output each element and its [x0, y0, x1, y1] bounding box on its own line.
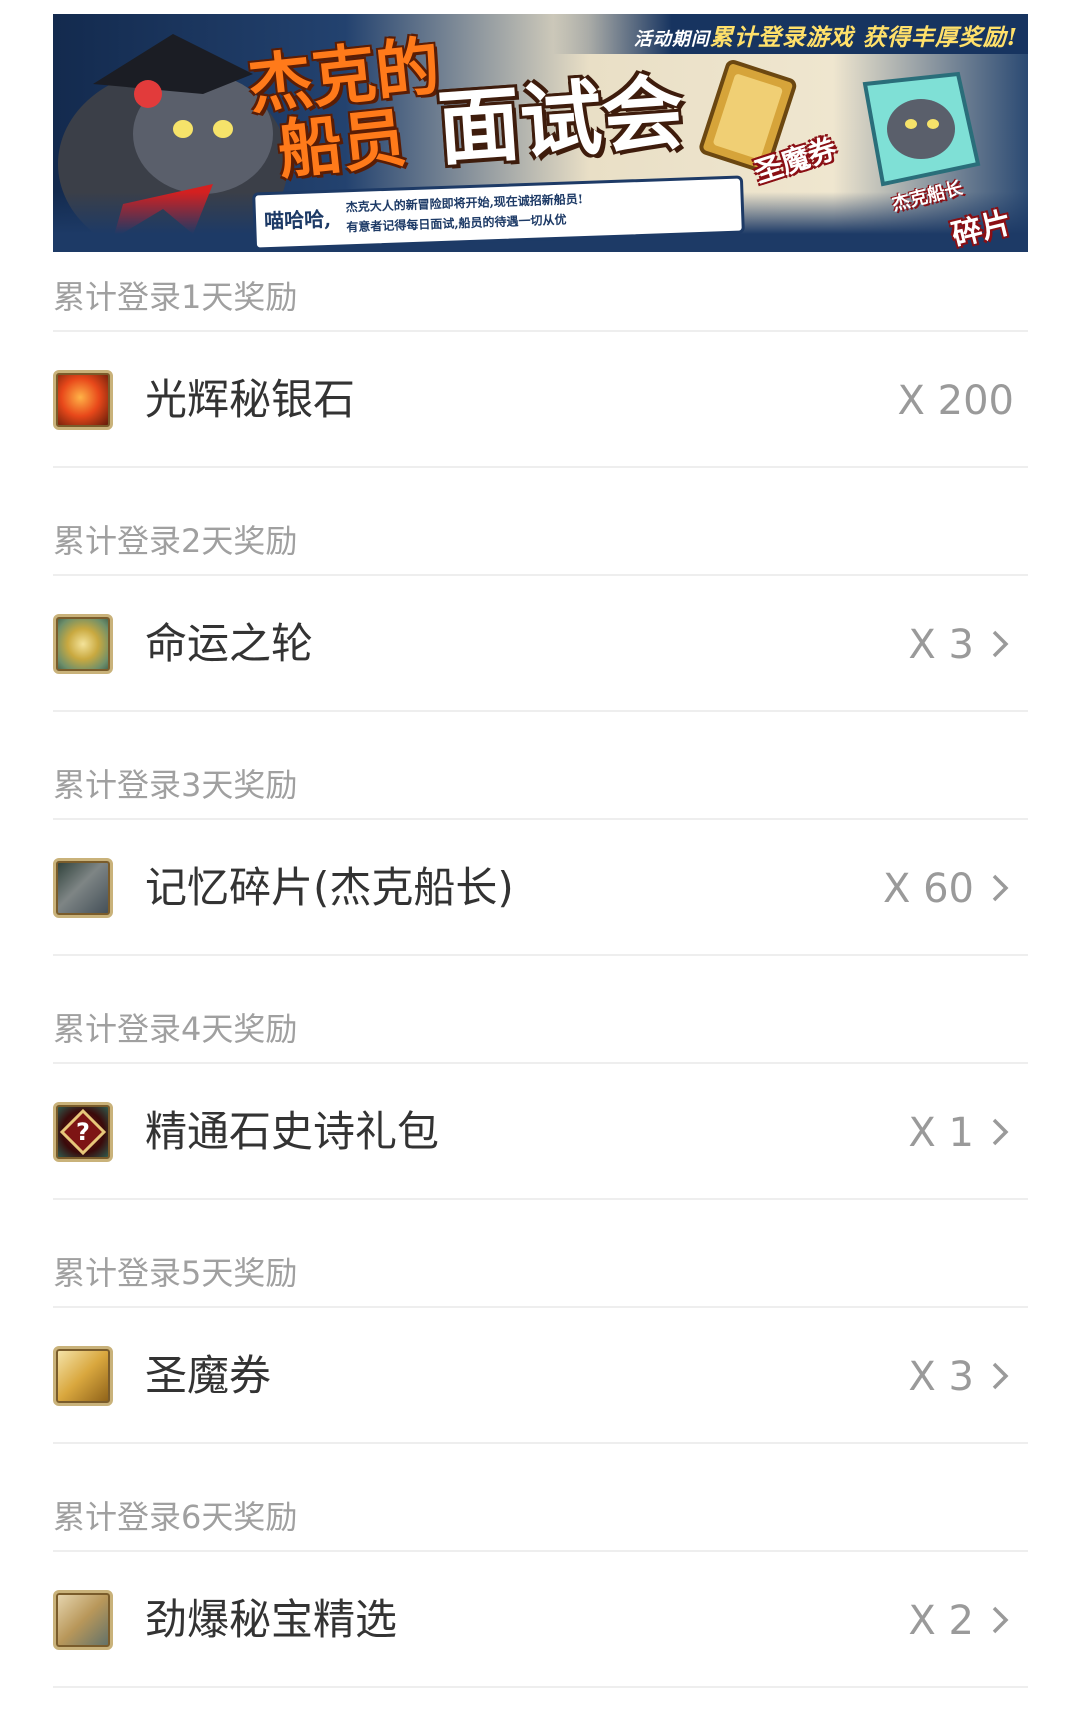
reward-list: 累计登录1天奖励 光辉秘银石 X 200 累计登录2天奖励 命运之轮 X 3 累… — [53, 252, 1028, 1716]
day-label: 累计登录4天奖励 — [53, 1010, 298, 1048]
banner-top-main: 累计登录游戏 获得丰厚奖励! — [709, 24, 1018, 51]
shard-cube-illustration — [862, 71, 981, 187]
holy-demon-ticket-icon — [53, 1346, 113, 1406]
day-header: 累计登录5天奖励 — [53, 1228, 1028, 1308]
question-mark-icon: ? — [59, 1108, 107, 1156]
chevron-right-icon[interactable] — [980, 1600, 1020, 1640]
day-label: 累计登录2天奖励 — [53, 522, 298, 560]
day-header: 累计登录3天奖励 — [53, 740, 1028, 820]
reward-row-day6[interactable]: 劲爆秘宝精选 X 2 — [53, 1552, 1028, 1688]
day-header: 累计登录1天奖励 — [53, 252, 1028, 332]
mithril-stone-icon — [53, 370, 113, 430]
memory-shard-icon — [53, 858, 113, 918]
reward-row-day3[interactable]: 记忆碎片(杰克船长) X 60 — [53, 820, 1028, 956]
reward-row-day5[interactable]: 圣魔券 X 3 — [53, 1308, 1028, 1444]
chevron-right-icon[interactable] — [980, 1356, 1020, 1396]
chevron-right-icon[interactable] — [980, 1112, 1020, 1152]
item-quantity: X 2 — [908, 1598, 974, 1644]
day-header: 累计登录4天奖励 — [53, 984, 1028, 1064]
day-label: 累计登录1天奖励 — [53, 278, 298, 316]
page: 活动期间累计登录游戏 获得丰厚奖励! 杰克的 船员 面试会 喵哈哈, 杰克大人的… — [0, 0, 1080, 1691]
epic-pack-icon: ? — [53, 1102, 113, 1162]
banner-title-line2: 船员 — [274, 100, 410, 189]
chevron-right-icon[interactable] — [980, 868, 1020, 908]
day-label: 累计登录3天奖励 — [53, 766, 298, 804]
day-header: 累计登录2天奖励 — [53, 496, 1028, 576]
banner-top-prefix: 活动期间 — [633, 29, 710, 50]
item-quantity: X 1 — [908, 1110, 974, 1156]
reward-row-day2[interactable]: 命运之轮 X 3 — [53, 576, 1028, 712]
day-label: 累计登录6天奖励 — [53, 1498, 298, 1536]
wheel-of-fate-icon — [53, 614, 113, 674]
event-banner: 活动期间累计登录游戏 获得丰厚奖励! 杰克的 船员 面试会 喵哈哈, 杰克大人的… — [53, 14, 1028, 252]
reward-row-day4[interactable]: ? 精通石史诗礼包 X 1 — [53, 1064, 1028, 1200]
day-label: 累计登录5天奖励 — [53, 1254, 298, 1292]
item-name: 光辉秘银石 — [145, 375, 356, 424]
item-name: 记忆碎片(杰克船长) — [145, 863, 514, 912]
treasure-chest-icon — [53, 1590, 113, 1650]
item-name: 精通石史诗礼包 — [145, 1107, 440, 1156]
item-name: 劲爆秘宝精选 — [145, 1595, 398, 1644]
bubble-prefix: 喵哈哈, — [263, 206, 332, 234]
item-name: 圣魔券 — [145, 1351, 272, 1400]
item-quantity: X 60 — [882, 866, 974, 912]
reward-row-day1[interactable]: 光辉秘银石 X 200 — [53, 332, 1028, 468]
banner-top-text: 活动期间累计登录游戏 获得丰厚奖励! — [634, 18, 1018, 52]
svg-text:?: ? — [76, 1118, 90, 1146]
chevron-right-icon[interactable] — [980, 624, 1020, 664]
item-quantity: X 3 — [908, 622, 974, 668]
banner-title-main: 面试会 — [434, 64, 688, 178]
banner-top-bar: 活动期间累计登录游戏 获得丰厚奖励! — [553, 14, 1028, 54]
item-name: 命运之轮 — [145, 619, 314, 668]
bubble-line-2: 有意者记得每日面试,船员的待遇一切从优 — [346, 212, 567, 235]
day-header: 累计登录6天奖励 — [53, 1472, 1028, 1552]
item-quantity: X 200 — [897, 378, 1014, 424]
item-quantity: X 3 — [908, 1354, 974, 1400]
